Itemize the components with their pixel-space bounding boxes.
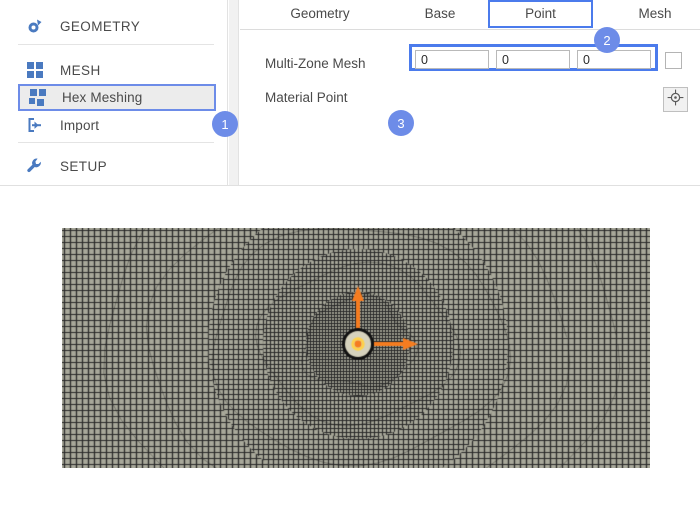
geometry-icon	[22, 16, 48, 36]
sidebar-item-geometry[interactable]: GEOMETRY	[18, 12, 214, 40]
sidebar-item-hex-meshing[interactable]: Hex Meshing	[18, 84, 216, 111]
sidebar-divider-top	[18, 44, 214, 45]
callout-badge-1: 1	[212, 111, 238, 137]
panel-scroll-gutter[interactable]	[229, 0, 239, 186]
material-point-y-input[interactable]	[496, 50, 570, 69]
crosshair-target-icon	[667, 89, 684, 111]
properties-panel: Geometry Base Point Mesh Multi-Zone Mesh…	[240, 0, 700, 186]
callout-badge-3: 3	[388, 110, 414, 136]
sidebar-item-label-setup: SETUP	[60, 158, 108, 174]
wrench-icon	[22, 156, 48, 176]
multi-zone-mesh-checkbox[interactable]	[665, 52, 682, 69]
hex-mesh-preview[interactable]	[62, 228, 650, 468]
hex-mesh-icon	[24, 88, 50, 108]
tab-bar: Geometry Base Point Mesh	[240, 0, 700, 28]
material-point-z-input[interactable]	[577, 50, 651, 69]
pick-material-point-button[interactable]	[663, 87, 688, 112]
multi-zone-mesh-label: Multi-Zone Mesh	[265, 56, 366, 71]
callout-badge-2: 2	[594, 27, 620, 53]
sidebar-item-label-geometry: GEOMETRY	[60, 18, 141, 34]
tab-bar-underline	[240, 29, 700, 30]
grid-icon	[22, 60, 48, 80]
sidebar-item-mesh[interactable]: MESH	[18, 56, 214, 84]
sidebar-divider-bottom	[18, 142, 214, 143]
material-point-coordinate-group	[409, 44, 658, 71]
tab-point[interactable]: Point	[488, 0, 593, 28]
top-region: GEOMETRY MESH Hex Meshing Import SETUP G…	[0, 0, 700, 186]
material-point-x-input[interactable]	[415, 50, 489, 69]
tab-mesh[interactable]: Mesh	[610, 0, 700, 28]
material-point-label: Material Point	[265, 90, 348, 105]
sidebar-item-label-mesh: MESH	[60, 62, 101, 78]
sidebar-item-setup[interactable]: SETUP	[18, 152, 214, 180]
sidebar: GEOMETRY MESH Hex Meshing Import SETUP	[0, 0, 228, 186]
tab-base[interactable]: Base	[395, 0, 485, 28]
import-arrow-icon	[22, 115, 48, 135]
tab-geometry[interactable]: Geometry	[260, 0, 380, 28]
sidebar-item-label-hex-meshing: Hex Meshing	[62, 90, 143, 105]
mesh-viewport[interactable]	[0, 186, 700, 510]
sidebar-item-import[interactable]: Import	[18, 111, 214, 139]
sidebar-item-label-import: Import	[60, 117, 100, 133]
